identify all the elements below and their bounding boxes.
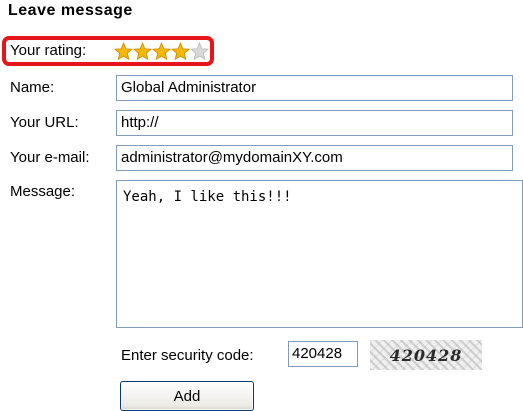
email-field[interactable]: administrator@mydomainXY.com: [116, 145, 513, 171]
name-label: Name:: [10, 79, 55, 96]
url-label: Your URL:: [10, 114, 79, 131]
star-filled-icon[interactable]: [114, 42, 133, 61]
add-button[interactable]: Add: [120, 381, 254, 411]
security-code-label: Enter security code:: [121, 347, 254, 364]
star-filled-icon[interactable]: [171, 42, 190, 61]
captcha-image: 420428: [370, 340, 482, 370]
star-filled-icon[interactable]: [133, 42, 152, 61]
message-label: Message:: [10, 183, 76, 200]
form-title: Leave message: [8, 2, 133, 19]
email-label: Your e-mail:: [10, 149, 90, 166]
rating-label: Your rating:: [10, 42, 87, 59]
star-filled-icon[interactable]: [152, 42, 171, 61]
rating-stars[interactable]: [114, 42, 209, 61]
star-empty-icon[interactable]: [190, 42, 209, 61]
url-field[interactable]: http://: [116, 110, 513, 136]
message-textarea[interactable]: Yeah, I like this!!!: [116, 180, 523, 328]
name-field[interactable]: Global Administrator: [116, 75, 513, 101]
security-code-field[interactable]: 420428: [288, 341, 358, 367]
captcha-text: 420428: [389, 345, 463, 365]
